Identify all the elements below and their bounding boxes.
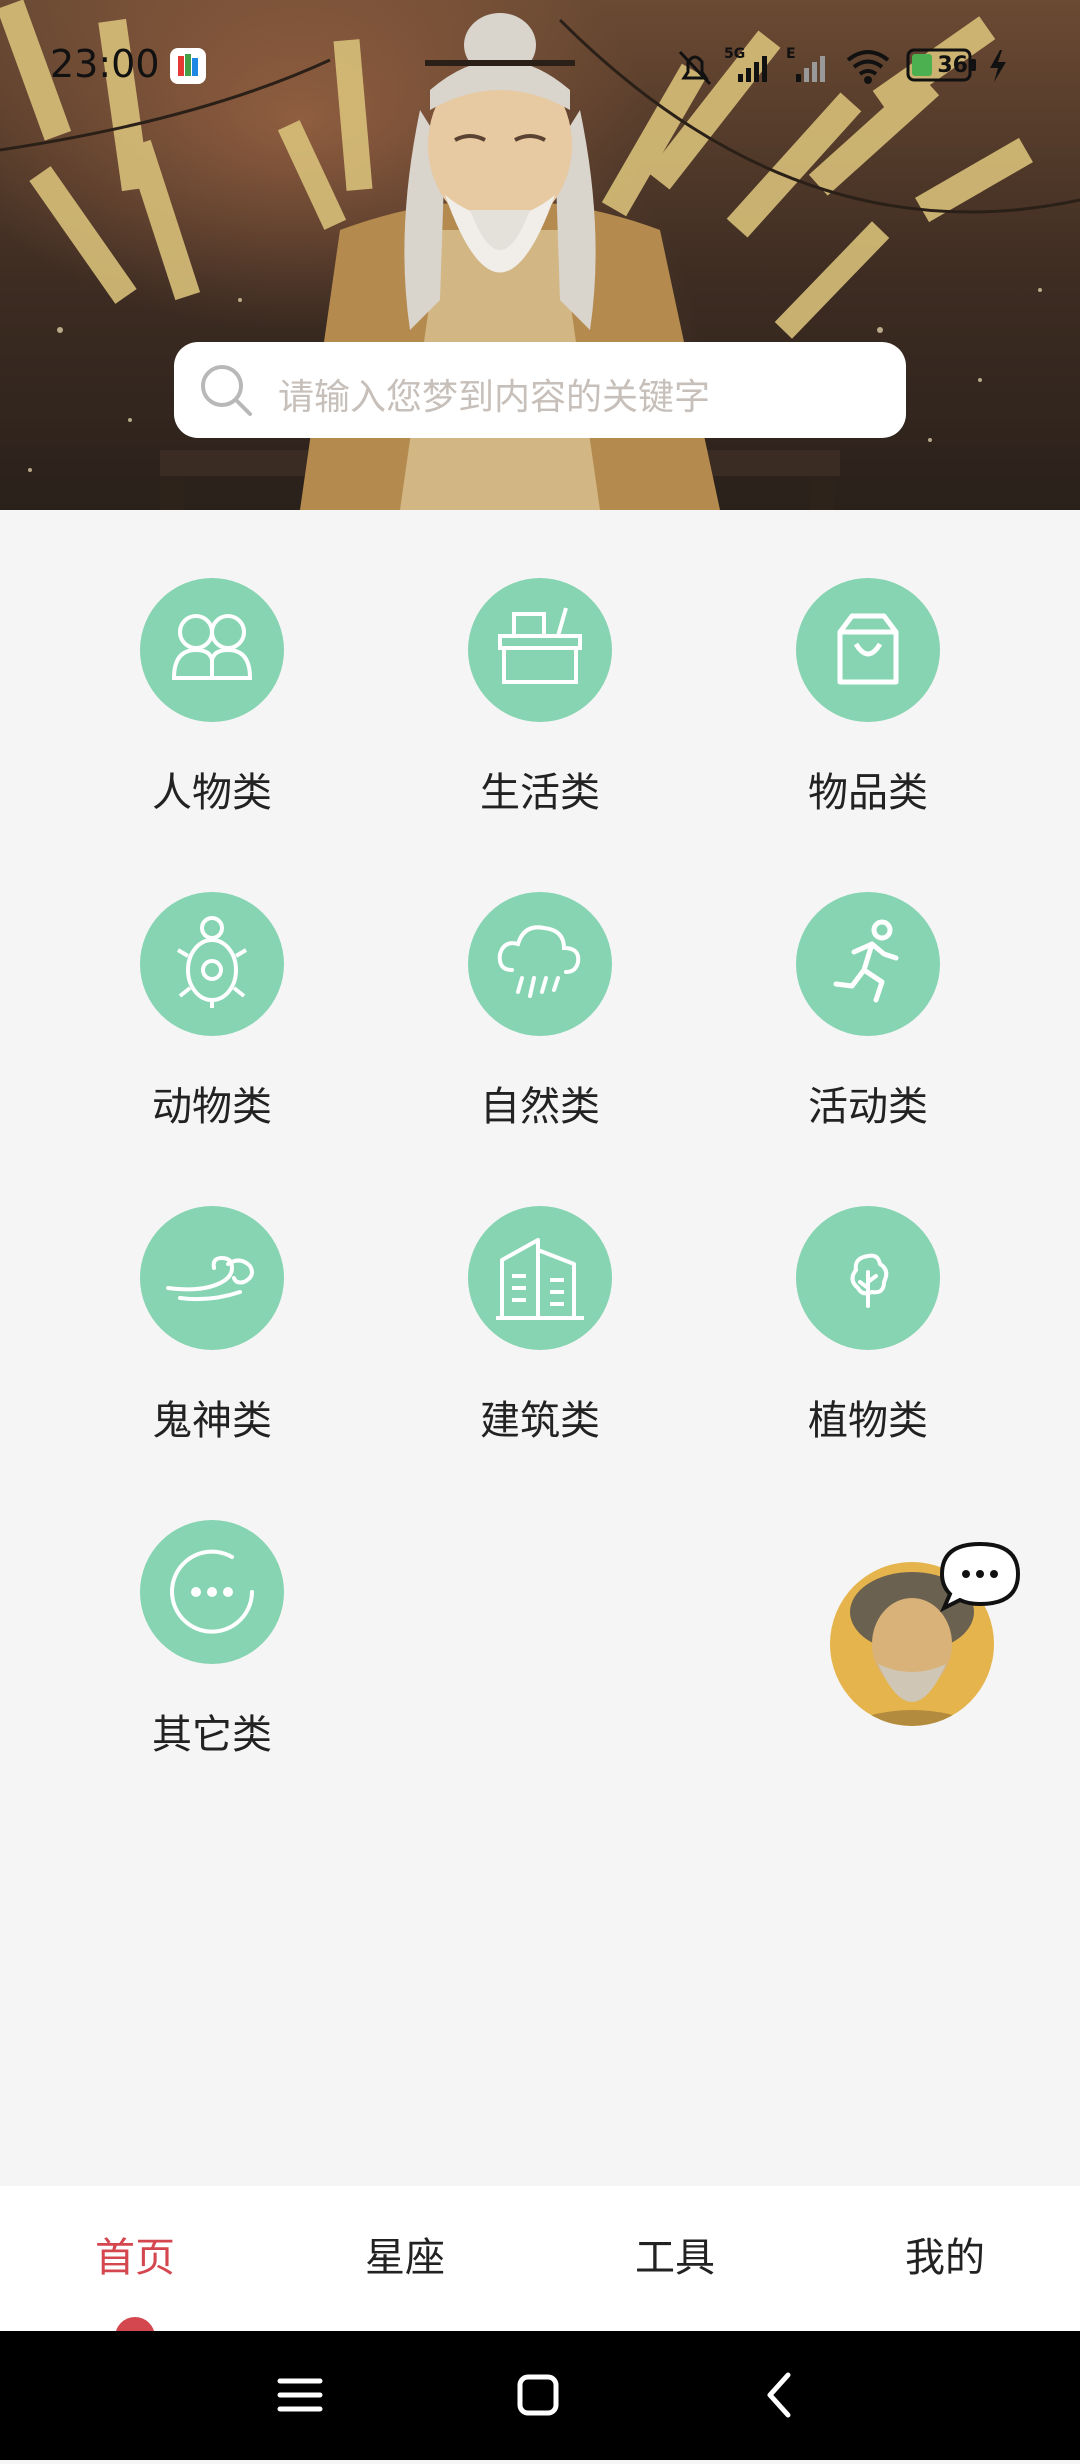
category-label: 鬼神类 [152,1398,272,1444]
status-time: 23:00 [50,42,160,86]
category-people[interactable]: 人物类 [102,510,322,816]
category-label: 其它类 [152,1712,272,1758]
people-icon [140,578,284,722]
charging-icon [990,50,1006,82]
category-label: 物品类 [808,770,928,816]
battery-level: 36 [937,53,968,78]
category-label: 人物类 [152,770,272,816]
tab-label: 我的 [905,2235,985,2281]
category-label: 活动类 [808,1084,928,1130]
back-icon[interactable] [767,2372,791,2418]
category-activity[interactable]: 活动类 [758,824,978,1130]
search-icon [196,360,256,424]
system-navigation-bar [0,2331,1080,2460]
category-items[interactable]: 物品类 [758,510,978,816]
signal-e-icon: E [786,46,825,82]
tab-mine[interactable]: 我的 [810,2186,1080,2331]
rain-cloud-icon [468,892,612,1036]
category-label: 生活类 [480,770,600,816]
category-label: 自然类 [480,1084,600,1130]
signal-5g-icon: 5G [724,46,767,82]
tab-label: 星座 [365,2235,445,2281]
category-label: 动物类 [152,1084,272,1130]
category-plants[interactable]: 植物类 [758,1138,978,1444]
category-label: 建筑类 [480,1398,600,1444]
tab-home[interactable]: 首页 [0,2186,270,2337]
building-icon [468,1206,612,1350]
category-other[interactable]: 其它类 [102,1452,322,1758]
category-animals[interactable]: 动物类 [102,824,322,1130]
status-bar: 23:00 5G E 36 [0,0,1080,130]
search-placeholder: 请输入您梦到内容的关键字 [278,377,711,418]
category-spirits[interactable]: 鬼神类 [102,1138,322,1444]
tab-label: 工具 [635,2235,715,2281]
tab-tools[interactable]: 工具 [540,2186,810,2331]
menu-icon[interactable] [277,2378,323,2412]
turtle-icon [140,892,284,1036]
tab-horoscope[interactable]: 星座 [270,2186,540,2331]
life-box-icon [468,578,612,722]
svg-text:5G: 5G [724,46,745,62]
chat-assistant-button[interactable] [830,1540,1030,1740]
running-icon [796,892,940,1036]
cloud-spirit-icon [140,1206,284,1350]
svg-text:E: E [786,46,796,62]
category-buildings[interactable]: 建筑类 [430,1138,650,1444]
home-icon[interactable] [517,2374,559,2416]
app-notification-icon [170,48,206,84]
search-input[interactable]: 请输入您梦到内容的关键字 [174,342,906,438]
tree-icon [796,1206,940,1350]
more-icon [140,1520,284,1664]
mute-bell-icon [678,50,712,86]
chat-assistant-icon [939,1541,1021,1613]
tab-label: 首页 [95,2235,175,2281]
wifi-icon [846,50,890,84]
category-label: 植物类 [808,1398,928,1444]
category-life[interactable]: 生活类 [430,510,650,816]
bottom-nav: 首页 星座 工具 我的 [0,2186,1080,2337]
bag-icon [796,578,940,722]
category-nature[interactable]: 自然类 [430,824,650,1130]
